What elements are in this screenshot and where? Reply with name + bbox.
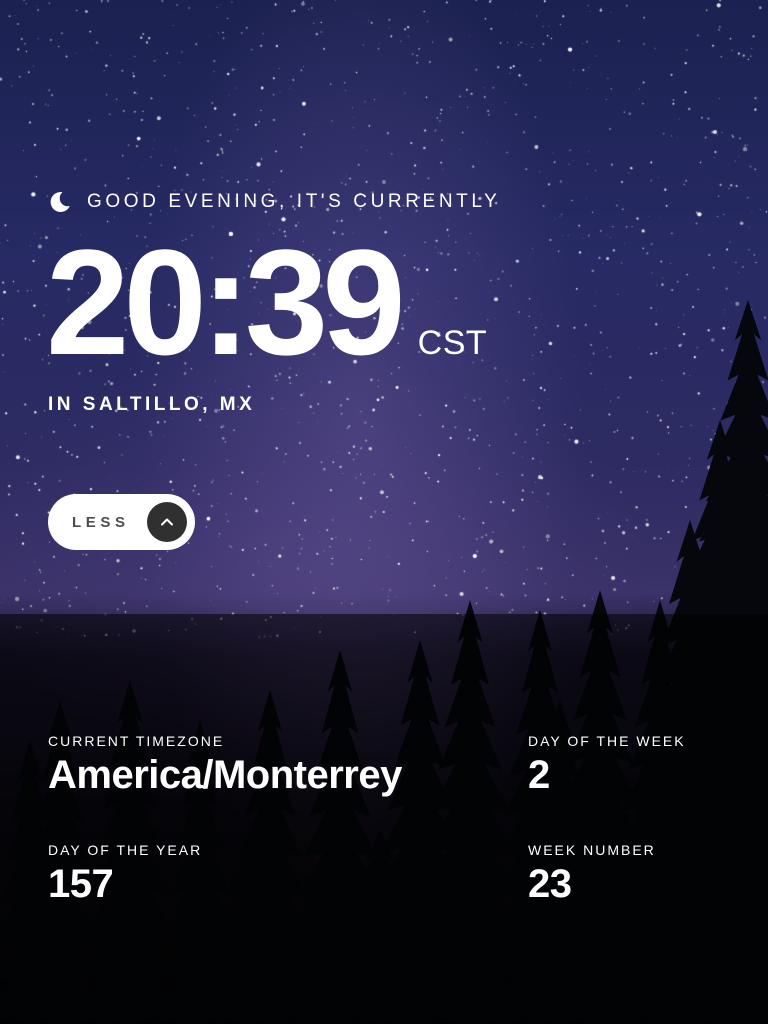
stat-label: DAY OF THE WEEK [528, 733, 686, 749]
stat-value: 23 [528, 862, 572, 906]
less-toggle-button[interactable]: LESS [48, 494, 195, 550]
clock: 20:39 CST [46, 222, 487, 382]
current-time: 20:39 [46, 218, 406, 386]
stat-current-timezone: CURRENT TIMEZONE America/Monterrey [48, 733, 402, 798]
stat-label: WEEK NUMBER [528, 842, 656, 858]
chevron-up-icon[interactable] [147, 502, 187, 542]
details-panel [0, 614, 768, 1024]
timezone-abbreviation: CST [417, 324, 488, 362]
toggle-label: LESS [72, 513, 130, 531]
greeting: GOOD EVENING, IT'S CURRENTLY [48, 188, 500, 216]
stat-value: 2 [528, 753, 550, 797]
moon-icon [50, 192, 70, 213]
stat-value: America/Monterrey [48, 753, 402, 797]
stat-week-number: WEEK NUMBER 23 [528, 842, 656, 907]
stat-value: 157 [48, 862, 114, 906]
stat-day-of-week: DAY OF THE WEEK 2 [528, 733, 686, 798]
greeting-text: GOOD EVENING, IT'S CURRENTLY [87, 191, 501, 212]
location-text: IN SALTILLO, MX [48, 394, 256, 415]
stat-day-of-year: DAY OF THE YEAR 157 [48, 842, 202, 907]
stat-label: DAY OF THE YEAR [48, 842, 203, 858]
stat-label: CURRENT TIMEZONE [48, 733, 225, 749]
